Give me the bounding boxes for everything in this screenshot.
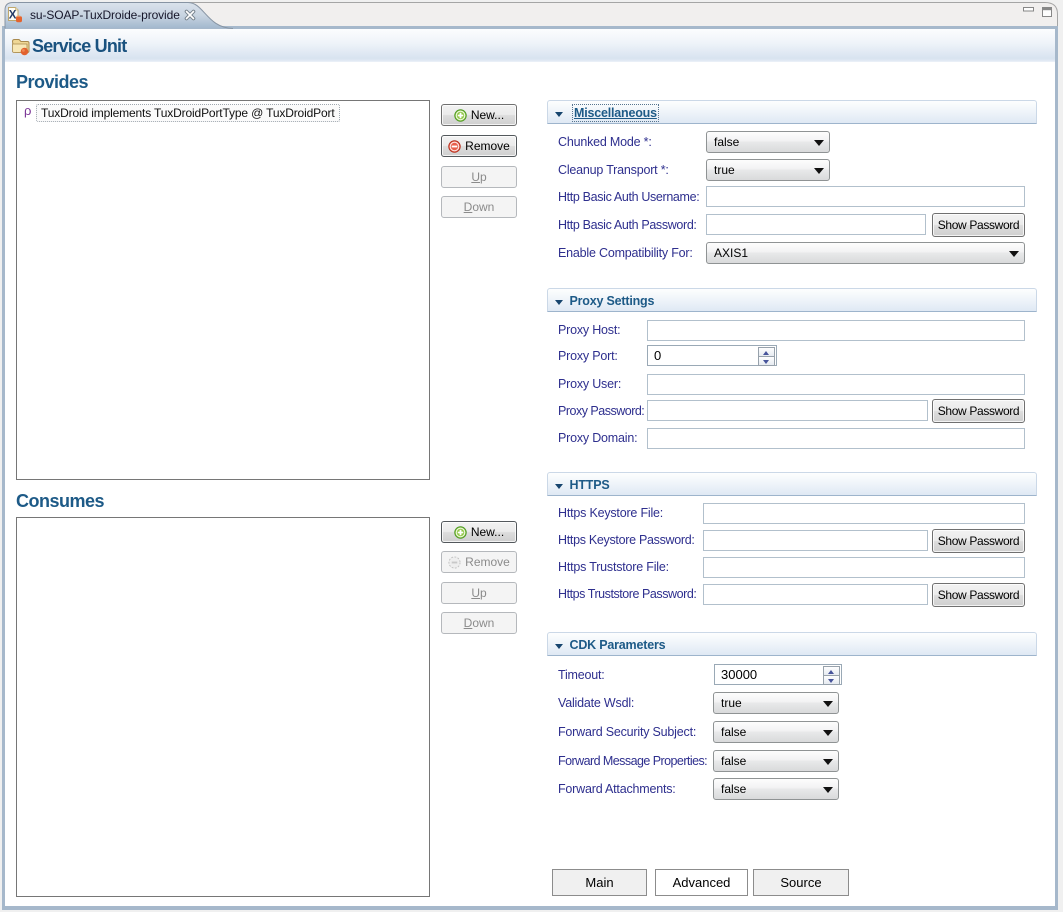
svg-text:X: X bbox=[9, 9, 17, 21]
